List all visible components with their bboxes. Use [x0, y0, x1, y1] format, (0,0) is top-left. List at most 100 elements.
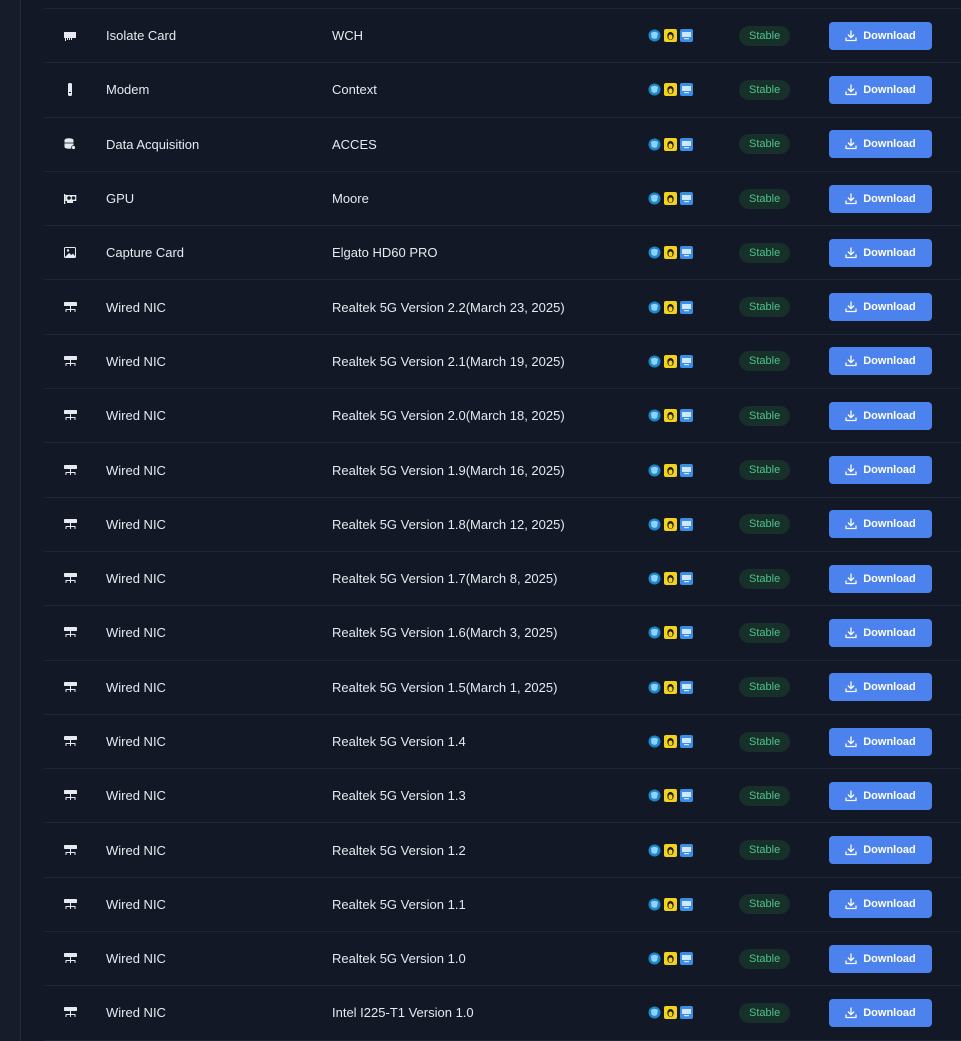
download-button[interactable]: Download	[829, 130, 932, 159]
download-icon	[845, 681, 857, 693]
table-row: Isolate Card WCH Stable Download	[44, 9, 961, 64]
download-icon	[845, 355, 857, 367]
windows-icon	[648, 192, 661, 205]
device-type: Wired NIC	[106, 734, 166, 749]
macos-icon	[680, 300, 693, 314]
download-button[interactable]: Download	[829, 347, 932, 376]
device-model: Realtek 5G Version 2.2(March 23, 2025)	[332, 299, 565, 315]
table-row: Wired NIC Realtek 5G Version 2.2(March 2…	[44, 280, 961, 335]
download-icon	[845, 898, 857, 910]
supported-os	[648, 715, 708, 768]
download-icon	[845, 1007, 857, 1019]
linux-icon	[664, 735, 677, 748]
download-icon	[845, 953, 857, 965]
download-button[interactable]: Download	[829, 401, 932, 430]
device-type: Wired NIC	[106, 408, 166, 424]
gpu-icon	[63, 193, 77, 204]
table-row: Wired NIC Realtek 5G Version 1.1 Stable …	[44, 878, 961, 933]
sidebar-edge	[0, 0, 21, 1041]
macos-icon	[680, 354, 693, 368]
linux-icon	[664, 300, 677, 314]
download-button[interactable]: Download	[829, 21, 932, 50]
download-button[interactable]: Download	[829, 238, 932, 267]
device-model: Realtek 5G Version 2.0(March 18, 2025)	[332, 408, 565, 424]
network-icon	[63, 953, 77, 964]
network-icon	[63, 573, 77, 584]
status-badge: Stable	[739, 79, 791, 100]
download-button[interactable]: Download	[829, 836, 932, 865]
status-badge: Stable	[739, 188, 791, 209]
download-button[interactable]: Download	[829, 781, 932, 810]
windows-icon	[648, 464, 661, 477]
macos-icon	[680, 572, 693, 586]
download-button-label: Download	[863, 138, 916, 151]
macos-icon	[680, 517, 693, 531]
download-button-label: Download	[863, 518, 916, 531]
network-icon	[63, 410, 77, 421]
download-button-label: Download	[863, 626, 916, 639]
download-button-label: Download	[863, 1006, 916, 1019]
device-model: Realtek 5G Version 1.5(March 1, 2025)	[332, 679, 558, 695]
windows-icon	[648, 789, 661, 802]
download-button[interactable]: Download	[829, 293, 932, 322]
windows-icon	[648, 518, 661, 531]
download-button[interactable]: Download	[829, 618, 932, 647]
download-button-label: Download	[863, 844, 916, 857]
table-row: Modem Context Stable Download	[44, 63, 961, 118]
download-button[interactable]: Download	[829, 456, 932, 485]
linux-icon	[664, 517, 677, 531]
supported-os	[648, 280, 708, 333]
network-icon	[63, 1007, 77, 1018]
download-button[interactable]: Download	[829, 890, 932, 919]
macos-icon	[680, 192, 693, 206]
supported-os	[648, 9, 708, 62]
network-icon	[63, 844, 77, 856]
device-model: Realtek 5G Version 1.1	[332, 896, 466, 912]
macos-icon	[680, 409, 693, 423]
table-row: Wired NIC Realtek 5G Version 1.2 Stable …	[44, 823, 961, 878]
download-button-label: Download	[863, 409, 916, 422]
windows-icon	[648, 898, 661, 911]
download-button[interactable]: Download	[829, 998, 932, 1027]
download-icon	[845, 790, 857, 802]
supported-os	[648, 118, 708, 171]
device-model: Realtek 5G Version 1.8(March 12, 2025)	[332, 516, 565, 532]
network-icon	[63, 355, 77, 367]
download-button[interactable]: Download	[829, 184, 932, 213]
download-button[interactable]: Download	[829, 75, 932, 104]
image-icon	[64, 247, 76, 259]
network-icon	[63, 301, 77, 313]
device-model: Realtek 5G Version 1.9(March 16, 2025)	[332, 462, 565, 478]
device-type: Wired NIC	[106, 842, 166, 858]
supported-os	[648, 552, 708, 605]
status-badge: Stable	[739, 731, 791, 752]
linux-icon	[664, 246, 677, 260]
device-type: Wired NIC	[106, 1005, 166, 1021]
download-button[interactable]: Download	[829, 673, 932, 702]
macos-icon	[680, 952, 693, 966]
linux-icon	[664, 680, 677, 694]
download-icon	[845, 735, 857, 748]
download-icon	[845, 518, 857, 530]
macos-icon	[680, 246, 693, 260]
download-button-label: Download	[863, 29, 916, 42]
device-type: Wired NIC	[106, 951, 166, 967]
windows-icon	[648, 83, 661, 96]
table-row: GPU Moore Stable Download	[44, 172, 961, 227]
table-row: Wired NIC Intel I225-T1 Version 1.0 Stab…	[44, 986, 961, 1041]
download-icon	[845, 627, 857, 639]
device-type: Wired NIC	[106, 679, 166, 695]
download-button[interactable]: Download	[829, 510, 932, 539]
download-button[interactable]: Download	[829, 727, 932, 756]
download-button[interactable]: Download	[829, 564, 932, 593]
macos-icon	[680, 29, 693, 43]
device-type: Wired NIC	[106, 571, 166, 587]
network-icon	[63, 464, 77, 476]
macos-icon	[680, 789, 693, 803]
download-icon	[845, 247, 857, 259]
supported-os	[648, 606, 708, 659]
table-row: Wired NIC Realtek 5G Version 1.8(March 1…	[44, 498, 961, 552]
status-badge: Stable	[739, 785, 791, 806]
table-row: Wired NIC Realtek 5G Version 1.4 Stable …	[44, 715, 961, 770]
download-button[interactable]: Download	[829, 944, 932, 973]
